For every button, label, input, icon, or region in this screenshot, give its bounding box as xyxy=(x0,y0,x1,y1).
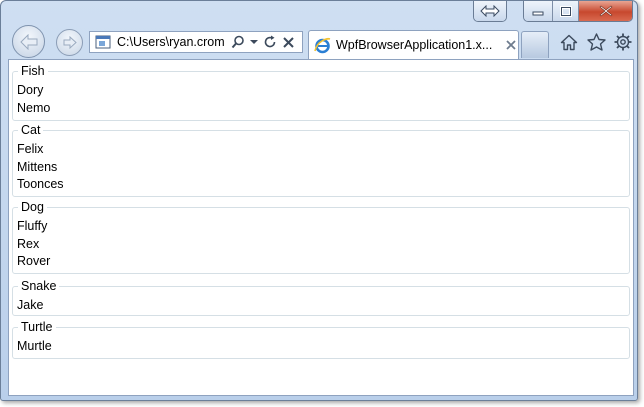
list-item: Rover xyxy=(17,254,51,268)
group-items: Murtle xyxy=(17,338,52,356)
maximize-icon xyxy=(559,5,572,17)
back-button[interactable] xyxy=(12,25,45,58)
address-bar[interactable]: C:\Users\ryan.crom xyxy=(89,31,303,53)
group-items: Fluffy Rex Rover xyxy=(17,218,50,271)
list-item: Murtle xyxy=(17,339,52,353)
group-header: Turtle xyxy=(18,320,56,335)
group-header: Cat xyxy=(18,123,44,138)
list-item: Nemo xyxy=(17,100,51,115)
internet-explorer-icon xyxy=(314,37,331,54)
close-icon xyxy=(599,5,612,17)
gear-icon[interactable] xyxy=(613,32,633,52)
tab-wpf-browser-application[interactable]: WpfBrowserApplication1.x... xyxy=(308,30,519,59)
page-icon xyxy=(93,32,113,52)
group-header: Dog xyxy=(18,200,47,215)
group-cat: Cat Felix Mittens Toonces xyxy=(12,123,630,197)
star-icon[interactable] xyxy=(586,32,606,52)
list-item: Rex xyxy=(17,236,40,251)
minimize-icon xyxy=(532,11,544,16)
group-header: Fish xyxy=(18,64,48,79)
group-dog: Dog Fluffy Rex Rover xyxy=(12,200,630,274)
tab-title: WpfBrowserApplication1.x... xyxy=(336,38,493,52)
minimize-button[interactable] xyxy=(524,1,552,21)
browser-window: C:\Users\ryan.crom WpfBrowserApplication… xyxy=(0,0,638,401)
list-item: Toonces xyxy=(17,177,64,191)
new-tab-button[interactable] xyxy=(521,31,549,58)
list-item: Fluffy xyxy=(17,219,48,233)
close-window-button[interactable] xyxy=(578,1,632,21)
group-items: Jake xyxy=(17,297,43,315)
close-icon[interactable] xyxy=(279,32,297,52)
compat-view-button[interactable] xyxy=(474,1,506,21)
forward-button[interactable] xyxy=(56,29,83,56)
refresh-icon[interactable] xyxy=(261,32,279,52)
address-text: C:\Users\ryan.crom xyxy=(117,35,225,49)
group-items: Dory Nemo xyxy=(17,82,50,117)
list-item: Dory xyxy=(17,83,44,97)
list-item: Mittens xyxy=(17,159,58,174)
group-snake: Snake Jake xyxy=(12,279,630,316)
search-icon[interactable] xyxy=(229,32,247,52)
chevron-down-icon[interactable] xyxy=(247,32,261,52)
forward-arrow-icon xyxy=(63,36,77,49)
page-content: Fish Dory Nemo Cat Felix Mittens Toonces… xyxy=(8,59,634,396)
back-arrow-icon xyxy=(19,33,37,50)
home-icon[interactable] xyxy=(559,32,579,52)
group-header: Snake xyxy=(18,279,60,294)
window-controls xyxy=(523,1,633,22)
maximize-button[interactable] xyxy=(552,1,578,21)
group-turtle: Turtle Murtle xyxy=(12,320,630,359)
compat-button-group xyxy=(473,1,507,22)
list-item: Felix xyxy=(17,142,44,156)
resize-arrows-icon xyxy=(480,5,500,17)
group-fish: Fish Dory Nemo xyxy=(12,64,630,121)
list-item: Jake xyxy=(17,298,44,312)
group-items: Felix Mittens Toonces xyxy=(17,141,64,194)
close-icon[interactable] xyxy=(506,40,516,50)
